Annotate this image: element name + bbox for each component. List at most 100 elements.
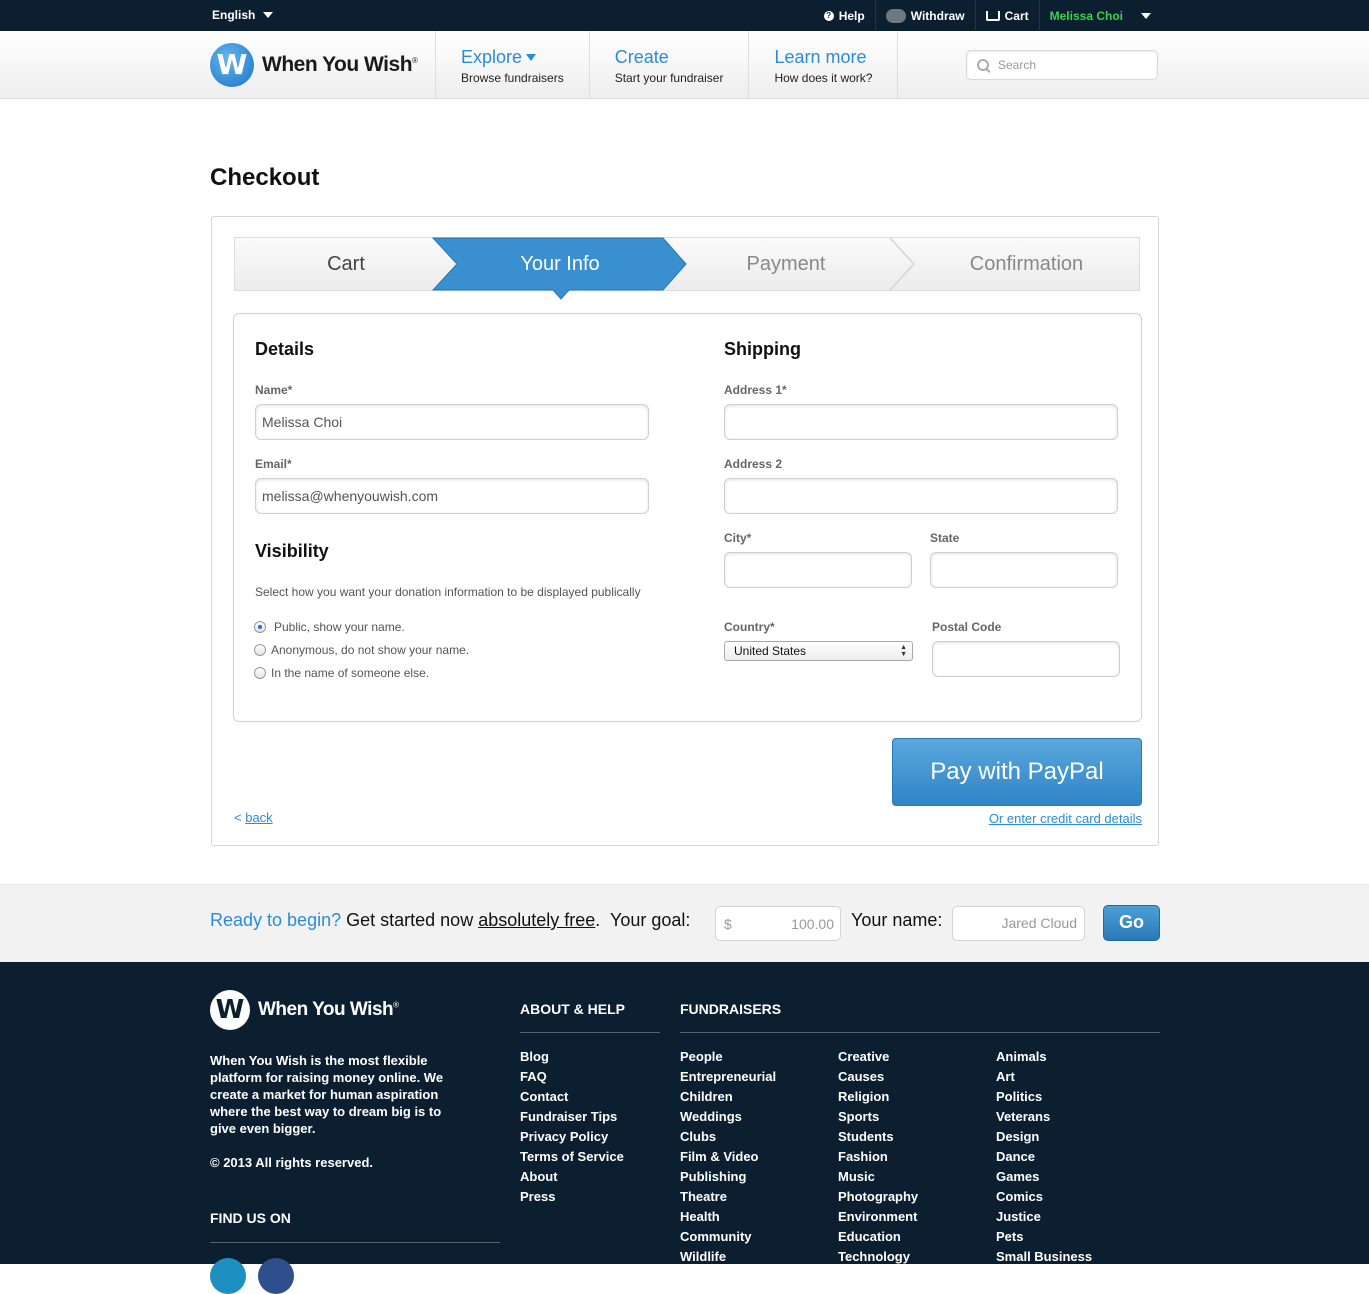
- footer-link-about[interactable]: About: [520, 1167, 624, 1187]
- category-link[interactable]: Pets: [996, 1227, 1092, 1247]
- footer-link-fundraiser-tips[interactable]: Fundraiser Tips: [520, 1107, 624, 1127]
- category-link[interactable]: Wildlife: [680, 1247, 776, 1267]
- help-link[interactable]: ? Help: [814, 0, 876, 31]
- category-link[interactable]: Politics: [996, 1087, 1092, 1107]
- category-link[interactable]: Clubs: [680, 1127, 776, 1147]
- category-link[interactable]: Sports: [838, 1107, 918, 1127]
- state-label: State: [930, 531, 960, 545]
- select-arrows-icon: ▲ ▼: [900, 644, 907, 658]
- language-selector[interactable]: English: [212, 8, 274, 22]
- footer-link-privacy-policy[interactable]: Privacy Policy: [520, 1127, 624, 1147]
- search-input[interactable]: [996, 57, 1140, 73]
- footer-link-faq[interactable]: FAQ: [520, 1067, 624, 1087]
- step-payment: Payment: [746, 253, 826, 275]
- step-your-info[interactable]: Your Info: [457, 238, 663, 290]
- country-label: Country*: [724, 620, 775, 634]
- address1-label: Address 1*: [724, 383, 787, 397]
- postal-code-label: Postal Code: [932, 620, 1002, 634]
- back-link[interactable]: < back: [234, 810, 273, 825]
- country-select[interactable]: United States ▲ ▼: [724, 641, 913, 661]
- category-link[interactable]: Religion: [838, 1087, 918, 1107]
- footer-link-blog[interactable]: Blog: [520, 1047, 624, 1067]
- nav-create[interactable]: Create Start your fundraiser: [588, 31, 749, 98]
- category-link[interactable]: Justice: [996, 1207, 1092, 1227]
- nav-create-sub: Start your fundraiser: [614, 71, 724, 85]
- credit-card-link[interactable]: Or enter credit card details: [989, 811, 1142, 826]
- category-link[interactable]: Dance: [996, 1147, 1092, 1167]
- chevron-down-icon: [1141, 12, 1151, 19]
- nav-explore[interactable]: Explore Browse fundraisers: [435, 31, 589, 98]
- name-input[interactable]: [256, 405, 648, 439]
- category-link[interactable]: Art: [996, 1067, 1092, 1087]
- logo[interactable]: W When You Wish®: [210, 43, 418, 87]
- top-bar: English ? Help Withdraw Cart Melissa Cho…: [0, 0, 1369, 31]
- divider: [520, 1032, 660, 1033]
- category-link[interactable]: Creative: [838, 1047, 918, 1067]
- ready-text: Ready to begin? Get started now absolute…: [210, 910, 690, 931]
- footer-logo[interactable]: W When You Wish®: [210, 990, 399, 1030]
- category-link[interactable]: Health: [680, 1207, 776, 1227]
- footer-link-terms[interactable]: Terms of Service: [520, 1147, 624, 1167]
- visibility-option-someone-else[interactable]: In the name of someone else.: [254, 666, 429, 680]
- cart-link[interactable]: Cart: [976, 0, 1040, 31]
- category-link[interactable]: Small Business: [996, 1247, 1092, 1267]
- chevron-down-icon: [526, 54, 537, 61]
- category-link[interactable]: Environment: [838, 1207, 918, 1227]
- footer-link-contact[interactable]: Contact: [520, 1087, 624, 1107]
- go-button[interactable]: Go: [1103, 905, 1160, 941]
- category-link[interactable]: Fashion: [838, 1147, 918, 1167]
- radio-anonymous[interactable]: [254, 644, 266, 656]
- category-link[interactable]: Publishing: [680, 1167, 776, 1187]
- address2-input[interactable]: [725, 479, 1117, 513]
- visibility-option-public[interactable]: Public, show your name.: [254, 620, 405, 634]
- your-name-input[interactable]: Jared Cloud: [952, 906, 1085, 941]
- step-confirmation: Confirmation: [969, 253, 1084, 275]
- nav-learn-more-title: Learn more: [774, 47, 867, 67]
- category-link[interactable]: Community: [680, 1227, 776, 1247]
- category-link[interactable]: Entrepreneurial: [680, 1067, 776, 1087]
- category-link[interactable]: Veterans: [996, 1107, 1092, 1127]
- category-link[interactable]: Technology: [838, 1247, 918, 1267]
- radio-someone-else[interactable]: [254, 667, 266, 679]
- city-input[interactable]: [725, 553, 911, 587]
- search-box[interactable]: [966, 50, 1158, 80]
- category-link[interactable]: Design: [996, 1127, 1092, 1147]
- category-link[interactable]: Music: [838, 1167, 918, 1187]
- divider: [210, 1242, 500, 1243]
- category-link[interactable]: Causes: [838, 1067, 918, 1087]
- address1-input[interactable]: [725, 405, 1117, 439]
- email-field-wrap: [255, 478, 649, 514]
- fundraiser-categories-col1: People Entrepreneurial Children Weddings…: [680, 1047, 776, 1267]
- pay-with-paypal-button[interactable]: Pay with PayPal: [892, 738, 1142, 806]
- nav-learn-more[interactable]: Learn more How does it work?: [748, 31, 899, 98]
- radio-public-label: Public, show your name.: [274, 620, 405, 634]
- step-cart[interactable]: Cart: [235, 238, 457, 290]
- category-link[interactable]: Weddings: [680, 1107, 776, 1127]
- category-link[interactable]: Film & Video: [680, 1147, 776, 1167]
- currency-symbol: $: [724, 916, 732, 932]
- category-link[interactable]: Students: [838, 1127, 918, 1147]
- category-link[interactable]: Comics: [996, 1187, 1092, 1207]
- category-link[interactable]: Children: [680, 1087, 776, 1107]
- category-link[interactable]: Education: [838, 1227, 918, 1247]
- visibility-option-anonymous[interactable]: Anonymous, do not show your name.: [254, 643, 469, 657]
- state-input[interactable]: [931, 553, 1117, 587]
- category-link[interactable]: Theatre: [680, 1187, 776, 1207]
- radio-public[interactable]: [254, 621, 266, 633]
- goal-input[interactable]: $ 100.00: [715, 906, 841, 941]
- email-input[interactable]: [256, 479, 648, 513]
- absolutely-free-link[interactable]: absolutely free: [478, 910, 595, 930]
- facebook-icon[interactable]: [258, 1258, 294, 1294]
- category-link[interactable]: Photography: [838, 1187, 918, 1207]
- category-link[interactable]: People: [680, 1047, 776, 1067]
- name-field-wrap: [255, 404, 649, 440]
- footer-link-press[interactable]: Press: [520, 1187, 624, 1207]
- fundraiser-categories-col2: Creative Causes Religion Sports Students…: [838, 1047, 918, 1267]
- postal-code-input[interactable]: [933, 642, 1119, 676]
- twitter-icon[interactable]: [210, 1258, 246, 1294]
- chevron-down-icon: [263, 12, 274, 18]
- withdraw-link[interactable]: Withdraw: [876, 0, 976, 31]
- user-menu[interactable]: Melissa Choi: [1040, 0, 1369, 31]
- category-link[interactable]: Animals: [996, 1047, 1092, 1067]
- category-link[interactable]: Games: [996, 1167, 1092, 1187]
